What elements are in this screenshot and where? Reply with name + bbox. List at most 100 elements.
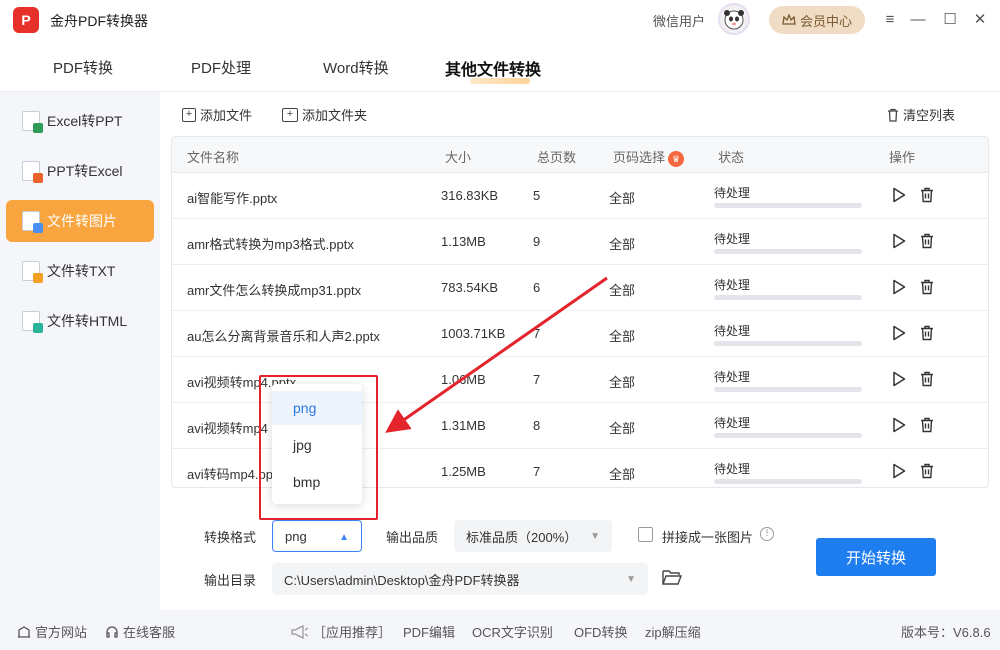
folder-open-icon[interactable] — [662, 568, 682, 586]
minimize-icon[interactable]: — — [907, 8, 929, 30]
sidebar-item-label: 文件转图片 — [47, 211, 117, 231]
official-website-label: 官方网站 — [35, 622, 87, 641]
footer-link-pdf-edit[interactable]: PDF编辑 — [403, 622, 455, 641]
sidebar-item-excel-to-ppt[interactable]: Excel转PPT — [6, 100, 154, 142]
header-size: 大小 — [445, 147, 471, 166]
delete-icon[interactable] — [917, 323, 937, 343]
play-icon[interactable] — [889, 231, 909, 251]
progress-bar — [714, 295, 862, 300]
footer-link-zip[interactable]: zip解压缩 — [645, 622, 701, 641]
delete-icon[interactable] — [917, 231, 937, 251]
ppt-file-icon — [22, 161, 40, 181]
page-range[interactable]: 全部 — [609, 326, 635, 345]
online-support-link[interactable]: 在线客服 — [105, 622, 175, 641]
file-size: 1.06MB — [441, 372, 486, 387]
table-row: amr格式转换为mp3格式.pptx1.13MB9全部待处理 — [172, 219, 989, 265]
file-name: amr文件怎么转换成mp31.pptx — [187, 280, 361, 299]
table-row: au怎么分离背景音乐和人声2.pptx1003.71KB7全部待处理 — [172, 311, 989, 357]
page-range[interactable]: 全部 — [609, 372, 635, 391]
sidebar-item-ppt-to-excel[interactable]: PPT转Excel — [6, 150, 154, 192]
sidebar-item-label: Excel转PPT — [47, 111, 122, 131]
footer-link-ocr[interactable]: OCR文字识别 — [472, 622, 553, 641]
page-range[interactable]: 全部 — [609, 464, 635, 483]
format-label: 转换格式 — [204, 527, 256, 546]
crown-icon — [782, 14, 796, 26]
quality-select[interactable]: 标准品质（200%） ▼ — [454, 520, 612, 552]
start-convert-button[interactable]: 开始转换 — [816, 538, 936, 576]
sidebar-item-file-to-image[interactable]: 文件转图片 — [6, 200, 154, 242]
page-range[interactable]: 全部 — [609, 234, 635, 253]
app-recommend: ［应用推荐］ — [291, 622, 391, 641]
quality-label: 输出品质 — [386, 527, 438, 546]
format-option-jpg[interactable]: jpg — [272, 428, 362, 462]
footer-link-ofd[interactable]: OFD转换 — [574, 622, 627, 641]
avatar[interactable] — [718, 3, 750, 35]
delete-icon[interactable] — [917, 461, 937, 481]
sidebar-item-file-to-txt[interactable]: 文件转TXT — [6, 250, 154, 292]
delete-icon[interactable] — [917, 277, 937, 297]
tab-pdf-process[interactable]: PDF处理 — [191, 57, 251, 78]
sidebar-item-file-to-html[interactable]: 文件转HTML — [6, 300, 154, 342]
sidebar-item-label: 文件转HTML — [47, 311, 127, 331]
play-icon[interactable] — [889, 369, 909, 389]
progress-bar — [714, 341, 862, 346]
play-icon[interactable] — [889, 415, 909, 435]
output-dir-select[interactable]: C:\Users\admin\Desktop\金舟PDF转换器 ▼ — [272, 563, 648, 595]
add-file-label: 添加文件 — [200, 105, 252, 124]
merge-checkbox[interactable] — [638, 527, 653, 542]
play-icon[interactable] — [889, 277, 909, 297]
delete-icon[interactable] — [917, 415, 937, 435]
file-toolbar: + 添加文件 + 添加文件夹 清空列表 — [160, 92, 1000, 136]
format-dropdown-menu: png jpg bmp — [272, 384, 362, 504]
play-icon[interactable] — [889, 323, 909, 343]
page-range[interactable]: 全部 — [609, 418, 635, 437]
maximize-icon[interactable]: ☐ — [939, 8, 961, 30]
vip-center-label: 会员中心 — [800, 11, 852, 30]
official-website-link[interactable]: 官方网站 — [17, 622, 87, 641]
status-text: 待处理 — [714, 322, 750, 339]
page-range[interactable]: 全部 — [609, 280, 635, 299]
vip-center-button[interactable]: 会员中心 — [769, 6, 865, 34]
tab-pdf-convert[interactable]: PDF转换 — [53, 57, 113, 78]
add-folder-button[interactable]: + 添加文件夹 — [282, 105, 367, 124]
header-name: 文件名称 — [187, 147, 239, 166]
format-value: png — [285, 529, 307, 544]
app-logo: P — [13, 7, 39, 33]
page-count: 5 — [533, 188, 540, 203]
clear-list-label: 清空列表 — [903, 105, 955, 124]
status-text: 待处理 — [714, 184, 750, 201]
format-option-png[interactable]: png — [272, 391, 362, 425]
progress-bar — [714, 203, 862, 208]
clear-list-button[interactable]: 清空列表 — [887, 105, 955, 124]
trash-icon — [887, 108, 899, 122]
settings-panel: 转换格式 png ▲ 输出品质 标准品质（200%） ▼ 拼接成一张图片 ! 输… — [160, 504, 1000, 610]
delete-icon[interactable] — [917, 185, 937, 205]
page-count: 8 — [533, 418, 540, 433]
page-count: 7 — [533, 372, 540, 387]
status-text: 待处理 — [714, 230, 750, 247]
play-icon[interactable] — [889, 185, 909, 205]
sidebar-item-label: PPT转Excel — [47, 161, 122, 181]
header-status: 状态 — [718, 147, 744, 166]
add-file-button[interactable]: + 添加文件 — [182, 105, 252, 124]
play-icon[interactable] — [889, 461, 909, 481]
page-range[interactable]: 全部 — [609, 188, 635, 207]
format-option-bmp[interactable]: bmp — [272, 465, 362, 499]
tab-word-convert[interactable]: Word转换 — [323, 57, 389, 78]
app-recommend-label: ［应用推荐］ — [313, 622, 391, 641]
status-text: 待处理 — [714, 368, 750, 385]
user-name[interactable]: 微信用户 — [653, 11, 705, 30]
close-icon[interactable]: ✕ — [969, 8, 991, 30]
table-header: 文件名称 大小 总页数 页码选择♛ 状态 操作 — [172, 137, 989, 173]
menu-icon[interactable]: ≡ — [879, 8, 901, 30]
info-icon[interactable]: ! — [760, 527, 774, 541]
tab-other-convert[interactable]: 其他文件转换 — [445, 56, 541, 80]
delete-icon[interactable] — [917, 369, 937, 389]
file-size: 783.54KB — [441, 280, 498, 295]
excel-file-icon — [22, 111, 40, 131]
progress-bar — [714, 249, 862, 254]
format-select[interactable]: png ▲ — [272, 520, 362, 552]
file-name: avi视频转mp4 — [187, 418, 268, 437]
sidebar-item-label: 文件转TXT — [47, 261, 115, 281]
add-file-icon: + — [182, 108, 196, 122]
